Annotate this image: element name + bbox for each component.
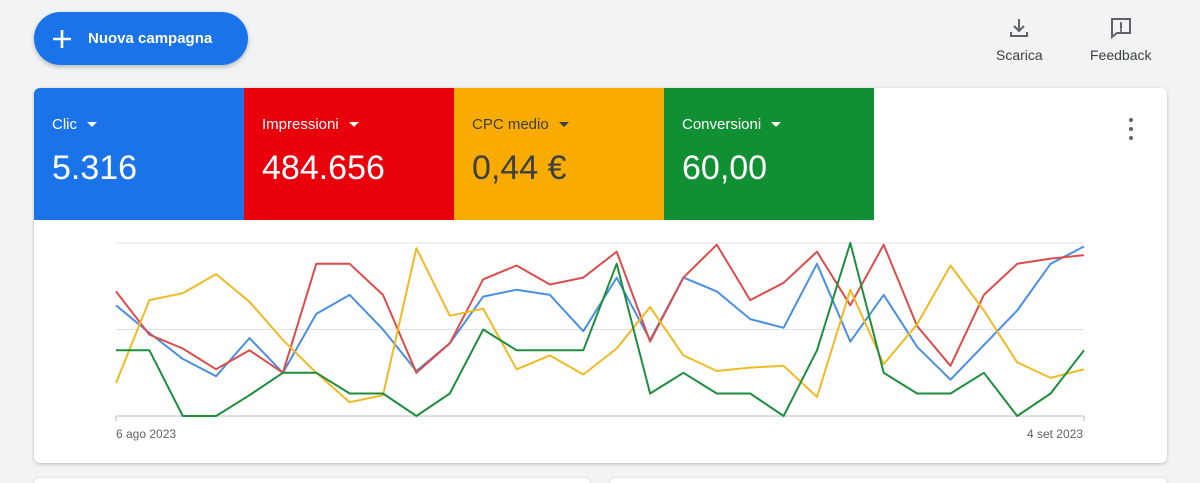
feedback-icon — [1109, 14, 1133, 42]
performance-card: Clic 5.316 Impressioni 484.656 CPC medio… — [34, 88, 1167, 463]
x-axis-start-label: 6 ago 2023 — [116, 427, 177, 441]
new-campaign-button[interactable]: Nuova campagna — [34, 12, 248, 65]
download-icon — [1008, 14, 1030, 42]
line-chart — [115, 242, 1085, 421]
feedback-label: Feedback — [1090, 47, 1152, 63]
plus-icon — [34, 29, 90, 49]
download-button[interactable]: Scarica — [996, 14, 1043, 63]
x-axis-end-label: 4 set 2023 — [1026, 427, 1083, 441]
series-line-clic — [115, 245, 1085, 381]
download-label: Scarica — [996, 47, 1043, 63]
feedback-button[interactable]: Feedback — [1090, 14, 1151, 63]
bottom-card-right — [610, 478, 1167, 483]
bottom-card-left — [34, 478, 590, 483]
series-line-cpc-medio — [115, 247, 1085, 404]
new-campaign-label: Nuova campagna — [88, 30, 213, 47]
